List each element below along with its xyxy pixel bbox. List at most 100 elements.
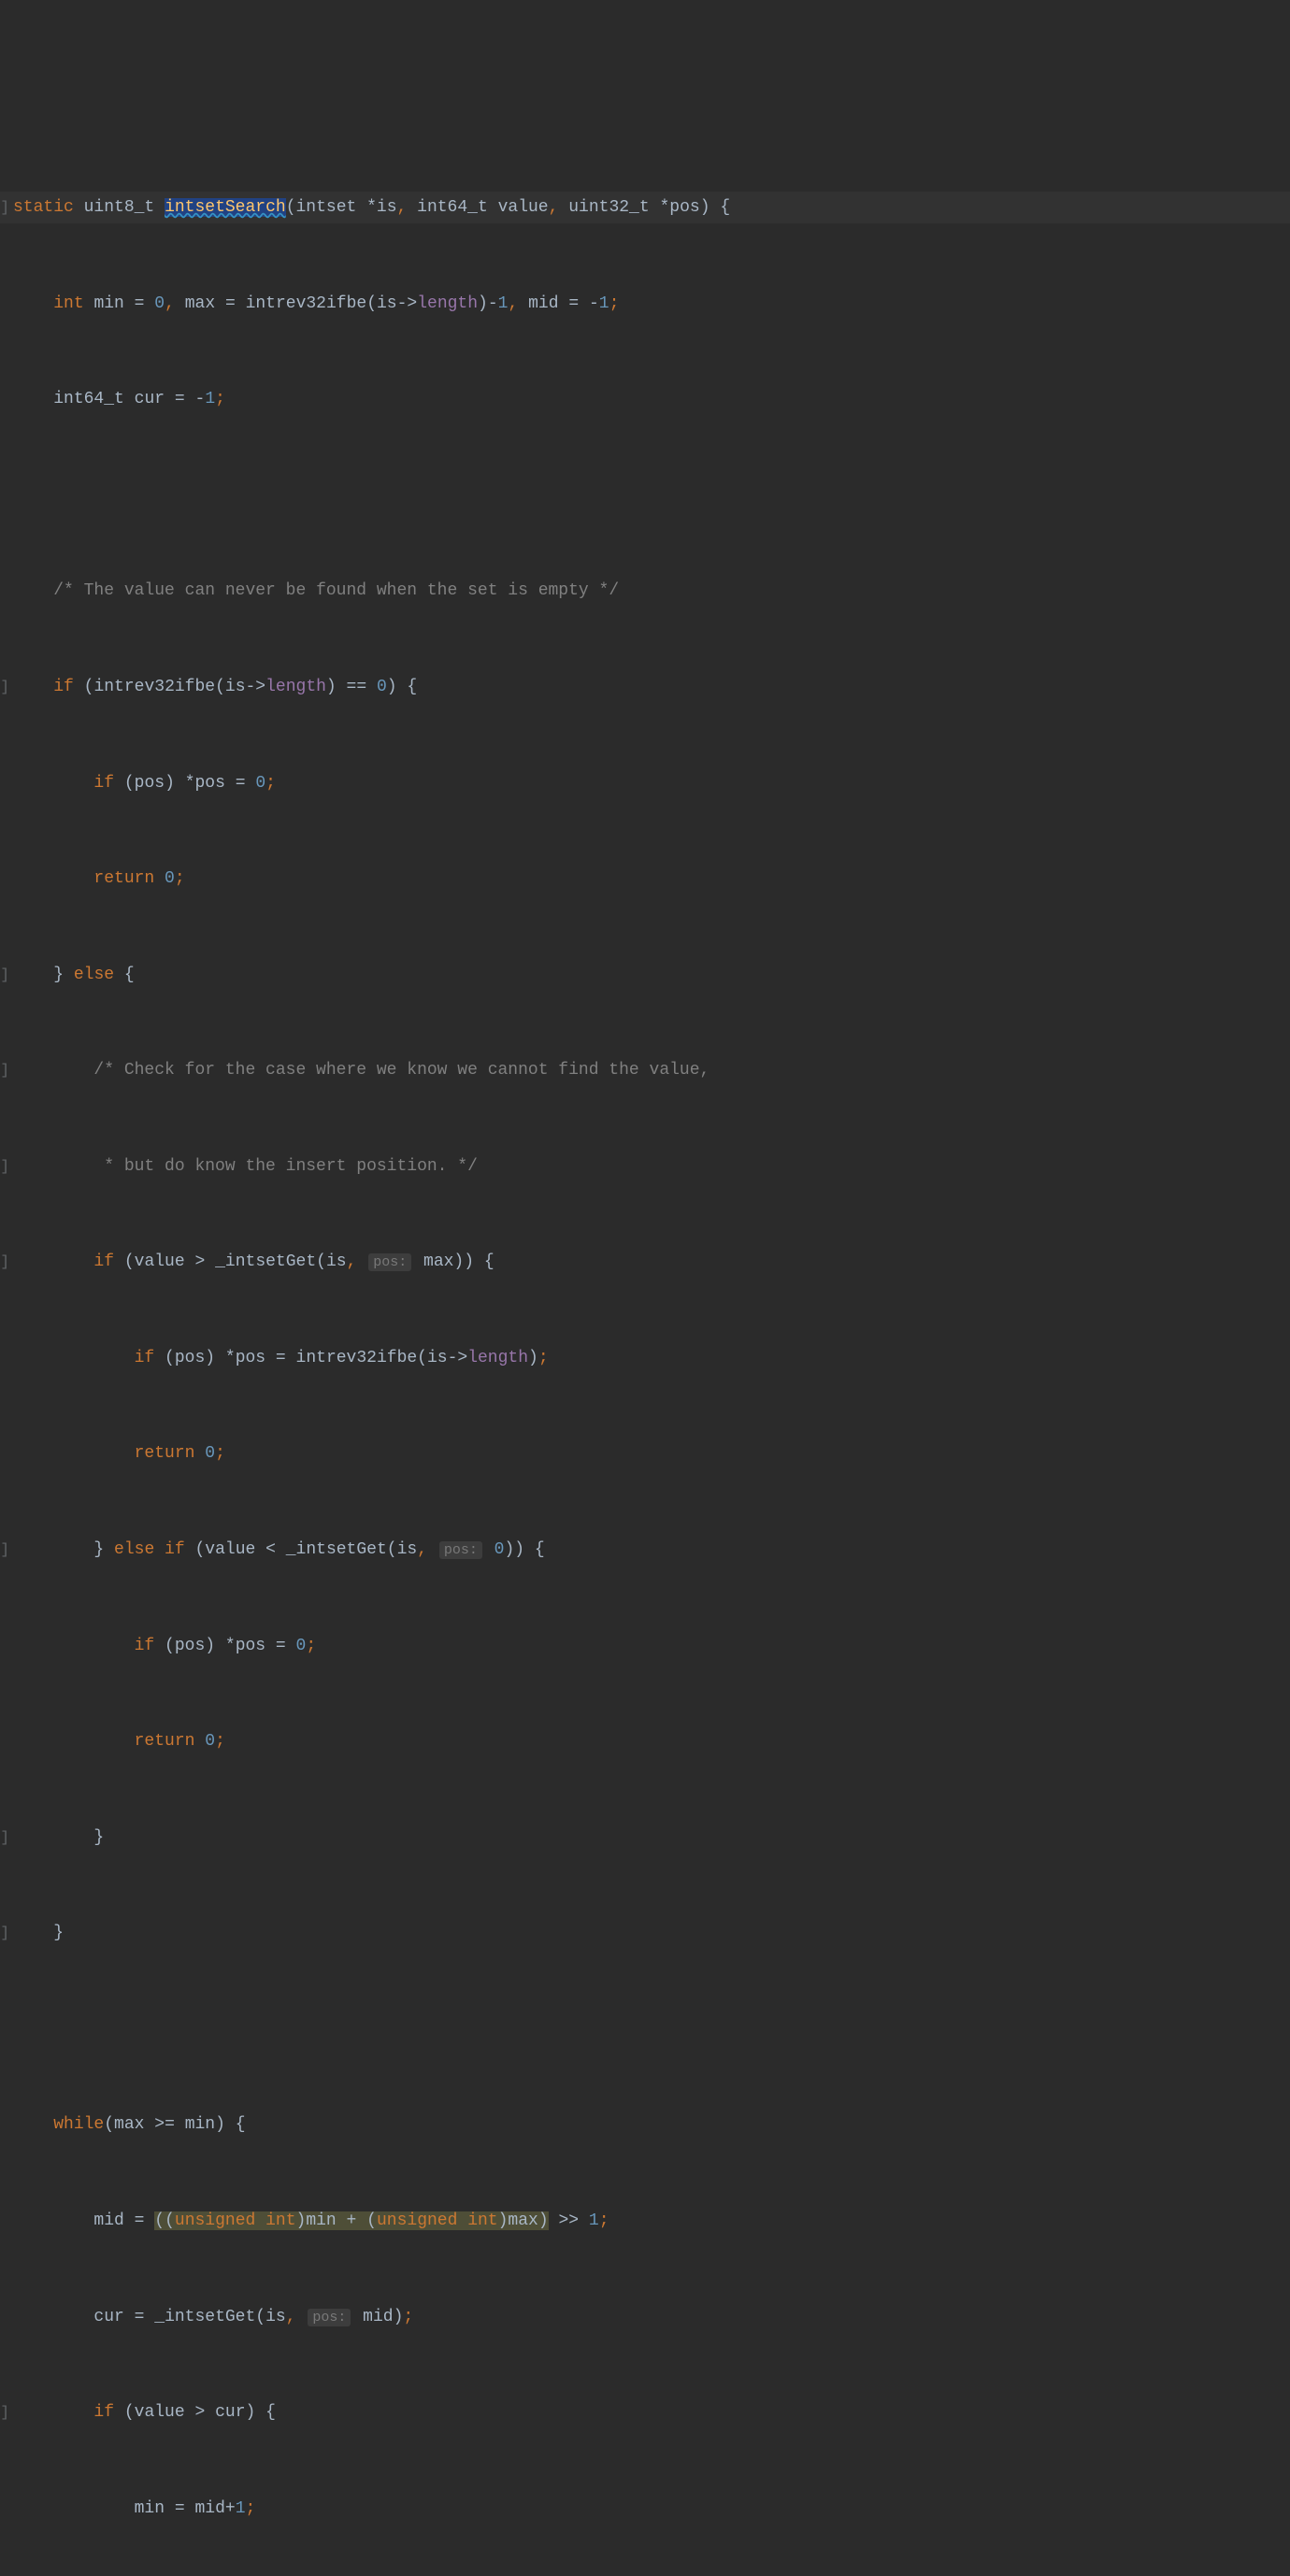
brace-open: {	[484, 1252, 494, 1271]
code-line[interactable]: ] }	[0, 1822, 1290, 1853]
paren-close: )	[394, 2308, 404, 2326]
semicolon: ;	[246, 2499, 256, 2518]
gutter: ]	[0, 193, 13, 222]
op-plus: +	[225, 2499, 236, 2518]
var-is: is	[397, 1540, 418, 1559]
op-eq: =	[135, 2308, 145, 2326]
paren-close: )	[700, 198, 710, 217]
var-min: min	[185, 2115, 215, 2134]
comma: ,	[286, 2308, 296, 2326]
type-uint32: uint32_t	[568, 198, 649, 217]
code-line[interactable]: ] if (value > _intsetGet(is, pos: max)) …	[0, 1246, 1290, 1278]
code-line[interactable]	[0, 479, 1290, 511]
code-editor[interactable]: ]static uint8_t intsetSearch(intset *is,…	[0, 128, 1290, 2576]
code-line[interactable]: /* The value can never be found when the…	[0, 575, 1290, 607]
op-eq: =	[175, 390, 185, 408]
number: 0	[296, 1637, 307, 1655]
code-line[interactable]: ] if (value > cur) {	[0, 2397, 1290, 2428]
op-eq: =	[236, 774, 246, 793]
paren-close: )	[478, 294, 488, 313]
code-line[interactable]	[0, 2013, 1290, 2045]
type-intset: intset	[296, 198, 357, 217]
code-line[interactable]: if (pos) *pos = intrev32ifbe(is->length)…	[0, 1342, 1290, 1374]
code-line[interactable]: return 0;	[0, 863, 1290, 894]
comma: ,	[417, 1540, 427, 1559]
paren-close: )	[498, 2211, 509, 2230]
op-shift: >>	[558, 2211, 579, 2230]
keyword-return: return	[93, 869, 154, 888]
code-line[interactable]: min = mid+1;	[0, 2493, 1290, 2525]
code-line[interactable]: ] }	[0, 1917, 1290, 1949]
code-line[interactable]: if (pos) *pos = 0;	[0, 767, 1290, 799]
keyword-static: static	[13, 198, 74, 217]
brace-open: {	[407, 678, 417, 696]
gutter: ]	[0, 961, 13, 989]
paren-open: (	[165, 1349, 175, 1367]
code-line[interactable]: ] * but do know the insert position. */	[0, 1151, 1290, 1182]
paren-open: (	[194, 1540, 205, 1559]
gutter: ]	[0, 1536, 13, 1564]
var-max: max	[185, 294, 215, 313]
number: 0	[154, 294, 165, 313]
deref-pos: *pos	[225, 1349, 265, 1367]
op-eq: =	[175, 2499, 185, 2518]
op-minus: -	[488, 294, 498, 313]
code-line[interactable]: cur = _intsetGet(is, pos: mid);	[0, 2301, 1290, 2333]
var-pos: pos	[175, 1349, 205, 1367]
paren-open: (	[316, 1252, 326, 1271]
op-gt: >	[194, 1252, 205, 1271]
number: 0	[255, 774, 265, 793]
fn-call: _intsetGet	[215, 1252, 316, 1271]
paren-open: (	[215, 678, 225, 696]
paren-close: )	[326, 678, 337, 696]
semicolon: ;	[609, 294, 620, 313]
code-line[interactable]: ] } else if (value < _intsetGet(is, pos:…	[0, 1534, 1290, 1566]
op-neg: -	[589, 294, 599, 313]
code-line[interactable]: return 0;	[0, 1725, 1290, 1757]
code-line[interactable]: ] if (intrev32ifbe(is->length) == 0) {	[0, 671, 1290, 703]
comment: * but do know the insert position. */	[93, 1157, 477, 1176]
paren-close: )	[528, 1349, 538, 1367]
comma: ,	[549, 198, 559, 217]
fn-call: _intsetGet	[286, 1540, 387, 1559]
param-hint: pos:	[308, 2309, 351, 2326]
keyword-if: if	[93, 2403, 114, 2422]
paren-open: (	[366, 2211, 377, 2230]
var-cur: cur	[135, 390, 165, 408]
var-is: is	[265, 2308, 286, 2326]
op-eq: =	[276, 1637, 286, 1655]
semicolon: ;	[175, 869, 185, 888]
op-lt: <	[265, 1540, 276, 1559]
op-gte: >=	[154, 2115, 175, 2134]
var-pos: pos	[135, 774, 165, 793]
code-line[interactable]: while(max >= min) {	[0, 2109, 1290, 2140]
semicolon: ;	[215, 390, 225, 408]
semicolon: ;	[403, 2308, 413, 2326]
semicolon: ;	[215, 1732, 225, 1751]
code-line[interactable]: int min = 0, max = intrev32ifbe(is->leng…	[0, 288, 1290, 320]
code-line[interactable]: ] } else {	[0, 959, 1290, 991]
brace-open: {	[265, 2403, 276, 2422]
comma: ,	[165, 294, 175, 313]
param-pos: *pos	[659, 198, 699, 217]
param-value: value	[498, 198, 549, 217]
code-line[interactable]: int64_t cur = -1;	[0, 383, 1290, 415]
code-line[interactable]: return 0;	[0, 1438, 1290, 1469]
keyword-while: while	[53, 2115, 104, 2134]
type-int64: int64_t	[417, 198, 488, 217]
code-line[interactable]: ]static uint8_t intsetSearch(intset *is,…	[0, 192, 1290, 223]
var-cur: cur	[215, 2403, 245, 2422]
paren-close: )	[215, 2115, 225, 2134]
code-line[interactable]: mid = ((unsigned int)min + (unsigned int…	[0, 2205, 1290, 2237]
paren-close: )	[246, 2403, 256, 2422]
keyword-if: if	[93, 1252, 114, 1271]
var-max: max	[114, 2115, 144, 2134]
op-eq: =	[225, 294, 236, 313]
fn-call: intrev32ifbe	[296, 1349, 418, 1367]
code-line[interactable]: if (pos) *pos = 0;	[0, 1630, 1290, 1662]
function-name-highlighted: intsetSearch	[165, 198, 286, 217]
gutter: ]	[0, 1056, 13, 1084]
paren-open: (	[417, 1349, 427, 1367]
code-line[interactable]: ] /* Check for the case where we know we…	[0, 1054, 1290, 1086]
gutter: ]	[0, 1152, 13, 1181]
